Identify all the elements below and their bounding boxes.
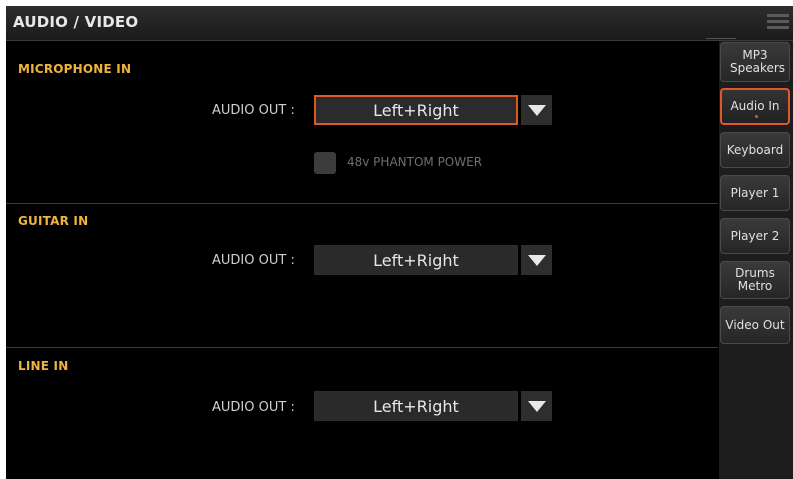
- phantom-power-label: 48v PHANTOM POWER: [347, 155, 483, 169]
- section-label-microphone-in: MICROPHONE IN: [18, 62, 132, 76]
- tab-label: Player 2: [730, 228, 780, 243]
- tab-label: Player 1: [730, 185, 780, 200]
- main-panel: MICROPHONE IN AUDIO OUT : Left+Right 48v…: [6, 41, 718, 479]
- section-label-line-in: LINE IN: [18, 359, 69, 373]
- guitar-audio-out-dropdown-button[interactable]: [521, 245, 552, 275]
- phantom-power-checkbox[interactable]: [314, 152, 336, 174]
- title-bar: AUDIO / VIDEO: [6, 6, 793, 41]
- menu-icon[interactable]: [767, 12, 789, 32]
- guitar-audio-out-select[interactable]: Left+Right: [314, 245, 518, 275]
- tab-drums-metro[interactable]: Drums Metro: [720, 261, 790, 299]
- line-audio-out-select[interactable]: Left+Right: [314, 391, 518, 421]
- triangle-down-icon: [527, 104, 546, 116]
- tab-label: Video Out: [725, 317, 785, 332]
- tab-label: Drums Metro: [735, 266, 775, 293]
- page-title: AUDIO / VIDEO: [13, 13, 139, 31]
- tab-label: MP3 Speakers: [730, 48, 786, 75]
- active-indicator: [755, 115, 758, 118]
- triangle-down-icon: [527, 254, 546, 266]
- tab-audio-in[interactable]: Audio In: [720, 88, 790, 125]
- tab-label: Keyboard: [726, 142, 784, 157]
- tab-mp3-speakers[interactable]: MP3 Speakers: [720, 42, 790, 82]
- section-divider: [6, 347, 718, 348]
- title-divider: [706, 38, 736, 39]
- side-tabs: MP3 Speakers Audio In Keyboard Player 1 …: [719, 41, 793, 479]
- mic-audio-out-label: AUDIO OUT :: [212, 103, 295, 118]
- tab-keyboard[interactable]: Keyboard: [720, 132, 790, 168]
- tab-video-out[interactable]: Video Out: [720, 306, 790, 344]
- section-label-guitar-in: GUITAR IN: [18, 214, 89, 228]
- line-audio-out-label: AUDIO OUT :: [212, 400, 295, 415]
- line-audio-out-dropdown-button[interactable]: [521, 391, 552, 421]
- triangle-down-icon: [527, 400, 546, 412]
- guitar-audio-out-label: AUDIO OUT :: [212, 253, 295, 268]
- section-divider: [6, 203, 718, 204]
- mic-audio-out-select[interactable]: Left+Right: [314, 95, 518, 125]
- tab-player-2[interactable]: Player 2: [720, 218, 790, 254]
- audio-video-screen: AUDIO / VIDEO MICROPHONE IN AUDIO OUT : …: [6, 6, 793, 479]
- tab-player-1[interactable]: Player 1: [720, 175, 790, 211]
- tab-label: Audio In: [730, 99, 780, 113]
- mic-audio-out-dropdown-button[interactable]: [521, 95, 552, 125]
